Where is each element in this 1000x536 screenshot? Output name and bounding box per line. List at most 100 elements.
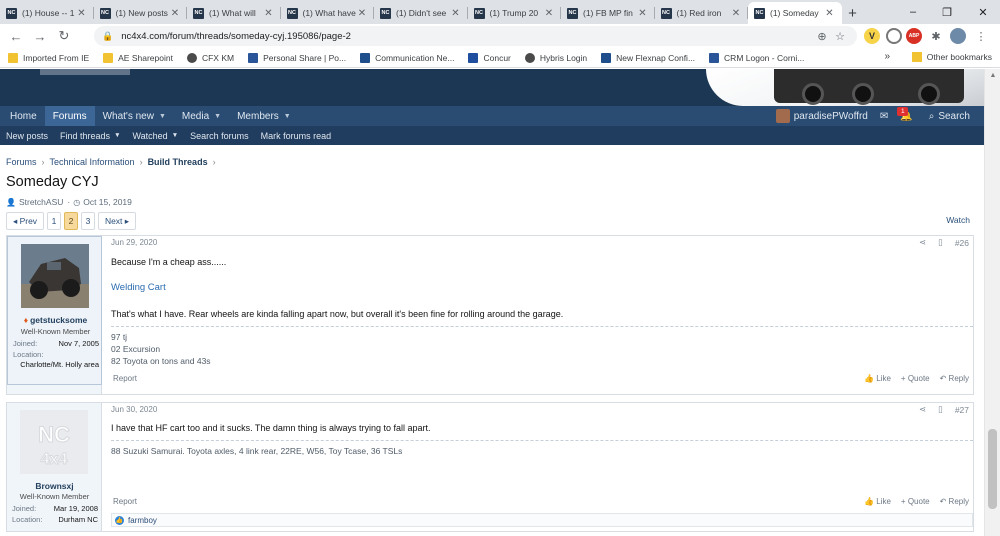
browser-tab[interactable]: NC (1) House -- 1 ✕ [0,2,94,24]
close-icon[interactable]: ✕ [169,8,181,19]
nav-members[interactable]: Members ▼ [229,106,299,126]
scroll-up-arrow-icon[interactable]: ▲ [985,69,1000,83]
browser-tab[interactable]: NC (1) Red iron ✕ [655,2,749,24]
site-logo[interactable] [40,69,130,75]
caret-down-icon[interactable]: ▼ [214,113,221,120]
page-scrollbar[interactable]: ▲ [984,69,1000,536]
post-date[interactable]: Jun 29, 2020 [111,238,157,247]
reply-button[interactable]: ↶ Reply [940,374,969,383]
share-icon[interactable]: ⋖ [919,404,926,415]
inbox-icon[interactable]: ✉ [880,111,888,122]
account-username[interactable]: paradisePWoffrd [794,111,868,122]
back-arrow-icon[interactable]: ← [4,24,28,48]
search-icon[interactable]: ⌕ [929,111,935,122]
caret-down-icon[interactable]: ▼ [159,113,166,120]
bookmark-item[interactable]: Hybris Login [524,52,587,63]
like-button[interactable]: 👍 Like [864,497,891,506]
post-date[interactable]: Jun 30, 2020 [111,405,157,414]
close-icon[interactable]: ✕ [356,8,368,19]
caret-down-icon[interactable]: ▼ [284,113,291,120]
username[interactable]: Brownsxj [7,481,102,491]
address-bar[interactable]: 🔒 nc4x4.com/forum/threads/someday-cyj.19… [94,26,857,46]
username[interactable]: ♦ getstucksome [8,315,103,325]
page-2-current[interactable]: 2 [64,212,78,230]
star-icon[interactable]: ☆ [831,30,849,43]
bookmark-item[interactable]: AE Sharepoint [103,52,173,63]
nav-home[interactable]: Home [0,106,45,126]
window-close-button[interactable]: ✕ [966,0,1000,24]
adblock-icon[interactable]: ABP [906,28,922,44]
scroll-thumb[interactable] [988,429,997,509]
reload-icon[interactable]: ↻ [52,24,76,48]
minimize-button[interactable]: – [896,0,930,24]
restore-button[interactable]: ❐ [930,0,964,24]
profile-avatar[interactable] [950,28,966,44]
bookmark-item[interactable]: Communication Ne... [360,52,454,63]
close-icon[interactable]: ✕ [543,8,555,19]
welding-cart-link[interactable]: Welding Cart [111,282,166,293]
breadcrumb-build-threads[interactable]: Build Threads [148,157,208,167]
quote-button[interactable]: + Quote [901,497,930,506]
extension-v-icon[interactable]: V [864,28,880,44]
thread-date[interactable]: Oct 15, 2019 [83,197,132,207]
bell-icon[interactable]: 🔔 1 [897,106,913,122]
search-link[interactable]: Search [938,111,970,122]
bookmark-item[interactable]: CFX KM [186,52,234,63]
browser-tab[interactable]: NC (1) Trump 20 ✕ [468,2,562,24]
nav-forums[interactable]: Forums [44,106,95,126]
lock-icon[interactable]: 🔒 [102,31,113,42]
subnav-new-posts[interactable]: New posts [6,131,48,141]
caret-down-icon[interactable]: ▼ [172,132,178,139]
bookmark-item[interactable]: CRM Logon - Corni... [709,52,804,63]
subnav-find-threads[interactable]: Find threads ▼ [60,131,120,141]
subnav-mark-read[interactable]: Mark forums read [261,131,332,141]
browser-menu-icon[interactable]: ⋮ [973,28,989,44]
bookmark-item[interactable]: Concur [468,52,511,63]
page-1[interactable]: 1 [47,212,61,230]
user-avatar[interactable] [21,244,89,308]
nav-whats-new[interactable]: What's new ▼ [95,106,174,126]
prev-page-button[interactable]: ◂ Prev [6,212,44,230]
browser-tab[interactable]: NC (1) What will ✕ [187,2,281,24]
liked-by-user[interactable]: farmboy [128,516,157,525]
extensions-puzzle-icon[interactable]: ✱ [928,28,944,44]
browser-tab[interactable]: NC (1) What have ✕ [281,2,375,24]
close-icon[interactable]: ✕ [637,8,649,19]
close-icon[interactable]: ✕ [730,8,742,19]
bookmark-item[interactable]: Imported From IE [8,52,89,63]
close-icon[interactable]: ✕ [76,8,88,19]
nav-media[interactable]: Media ▼ [174,106,229,126]
bookmark-item[interactable]: Personal Share | Po... [248,52,346,63]
user-avatar[interactable]: NC 4x4 [20,410,88,474]
url-text[interactable]: nc4x4.com/forum/threads/someday-cyj.1950… [121,31,813,42]
report-link[interactable]: Report [113,374,137,383]
post-number[interactable]: #27 [955,405,969,415]
close-icon[interactable]: ✕ [824,8,836,19]
breadcrumb-forums[interactable]: Forums [6,157,37,167]
bookmark-icon[interactable]: ▯ [938,237,943,248]
thread-author[interactable]: StretchASU [19,197,63,207]
post-number[interactable]: #26 [955,238,969,248]
other-bookmarks[interactable]: Other bookmarks [911,52,992,62]
breadcrumb-technical[interactable]: Technical Information [50,157,135,167]
subnav-search-forums[interactable]: Search forums [190,131,249,141]
quote-button[interactable]: + Quote [901,374,930,383]
zoom-icon[interactable]: ⊕ [813,30,831,43]
forward-arrow-icon[interactable]: → [28,24,52,48]
bookmarks-overflow-button[interactable]: » [884,51,890,62]
close-icon[interactable]: ✕ [450,8,462,19]
watch-button[interactable]: Watch [946,215,970,225]
page-3[interactable]: 3 [81,212,95,230]
subnav-watched[interactable]: Watched ▼ [133,131,179,141]
user-avatar[interactable] [775,109,790,123]
share-icon[interactable]: ⋖ [919,237,926,248]
bookmark-item[interactable]: New Flexnap Confi... [601,52,695,63]
browser-tab-active[interactable]: NC (1) Someday ✕ [748,2,842,24]
report-link[interactable]: Report [113,497,137,506]
browser-tab[interactable]: NC (1) New posts ✕ [94,2,188,24]
caret-down-icon[interactable]: ▼ [114,132,120,139]
reply-button[interactable]: ↶ Reply [940,497,969,506]
browser-tab[interactable]: NC (1) Didn't see ✕ [374,2,468,24]
close-icon[interactable]: ✕ [263,8,275,19]
bookmark-icon[interactable]: ▯ [938,404,943,415]
